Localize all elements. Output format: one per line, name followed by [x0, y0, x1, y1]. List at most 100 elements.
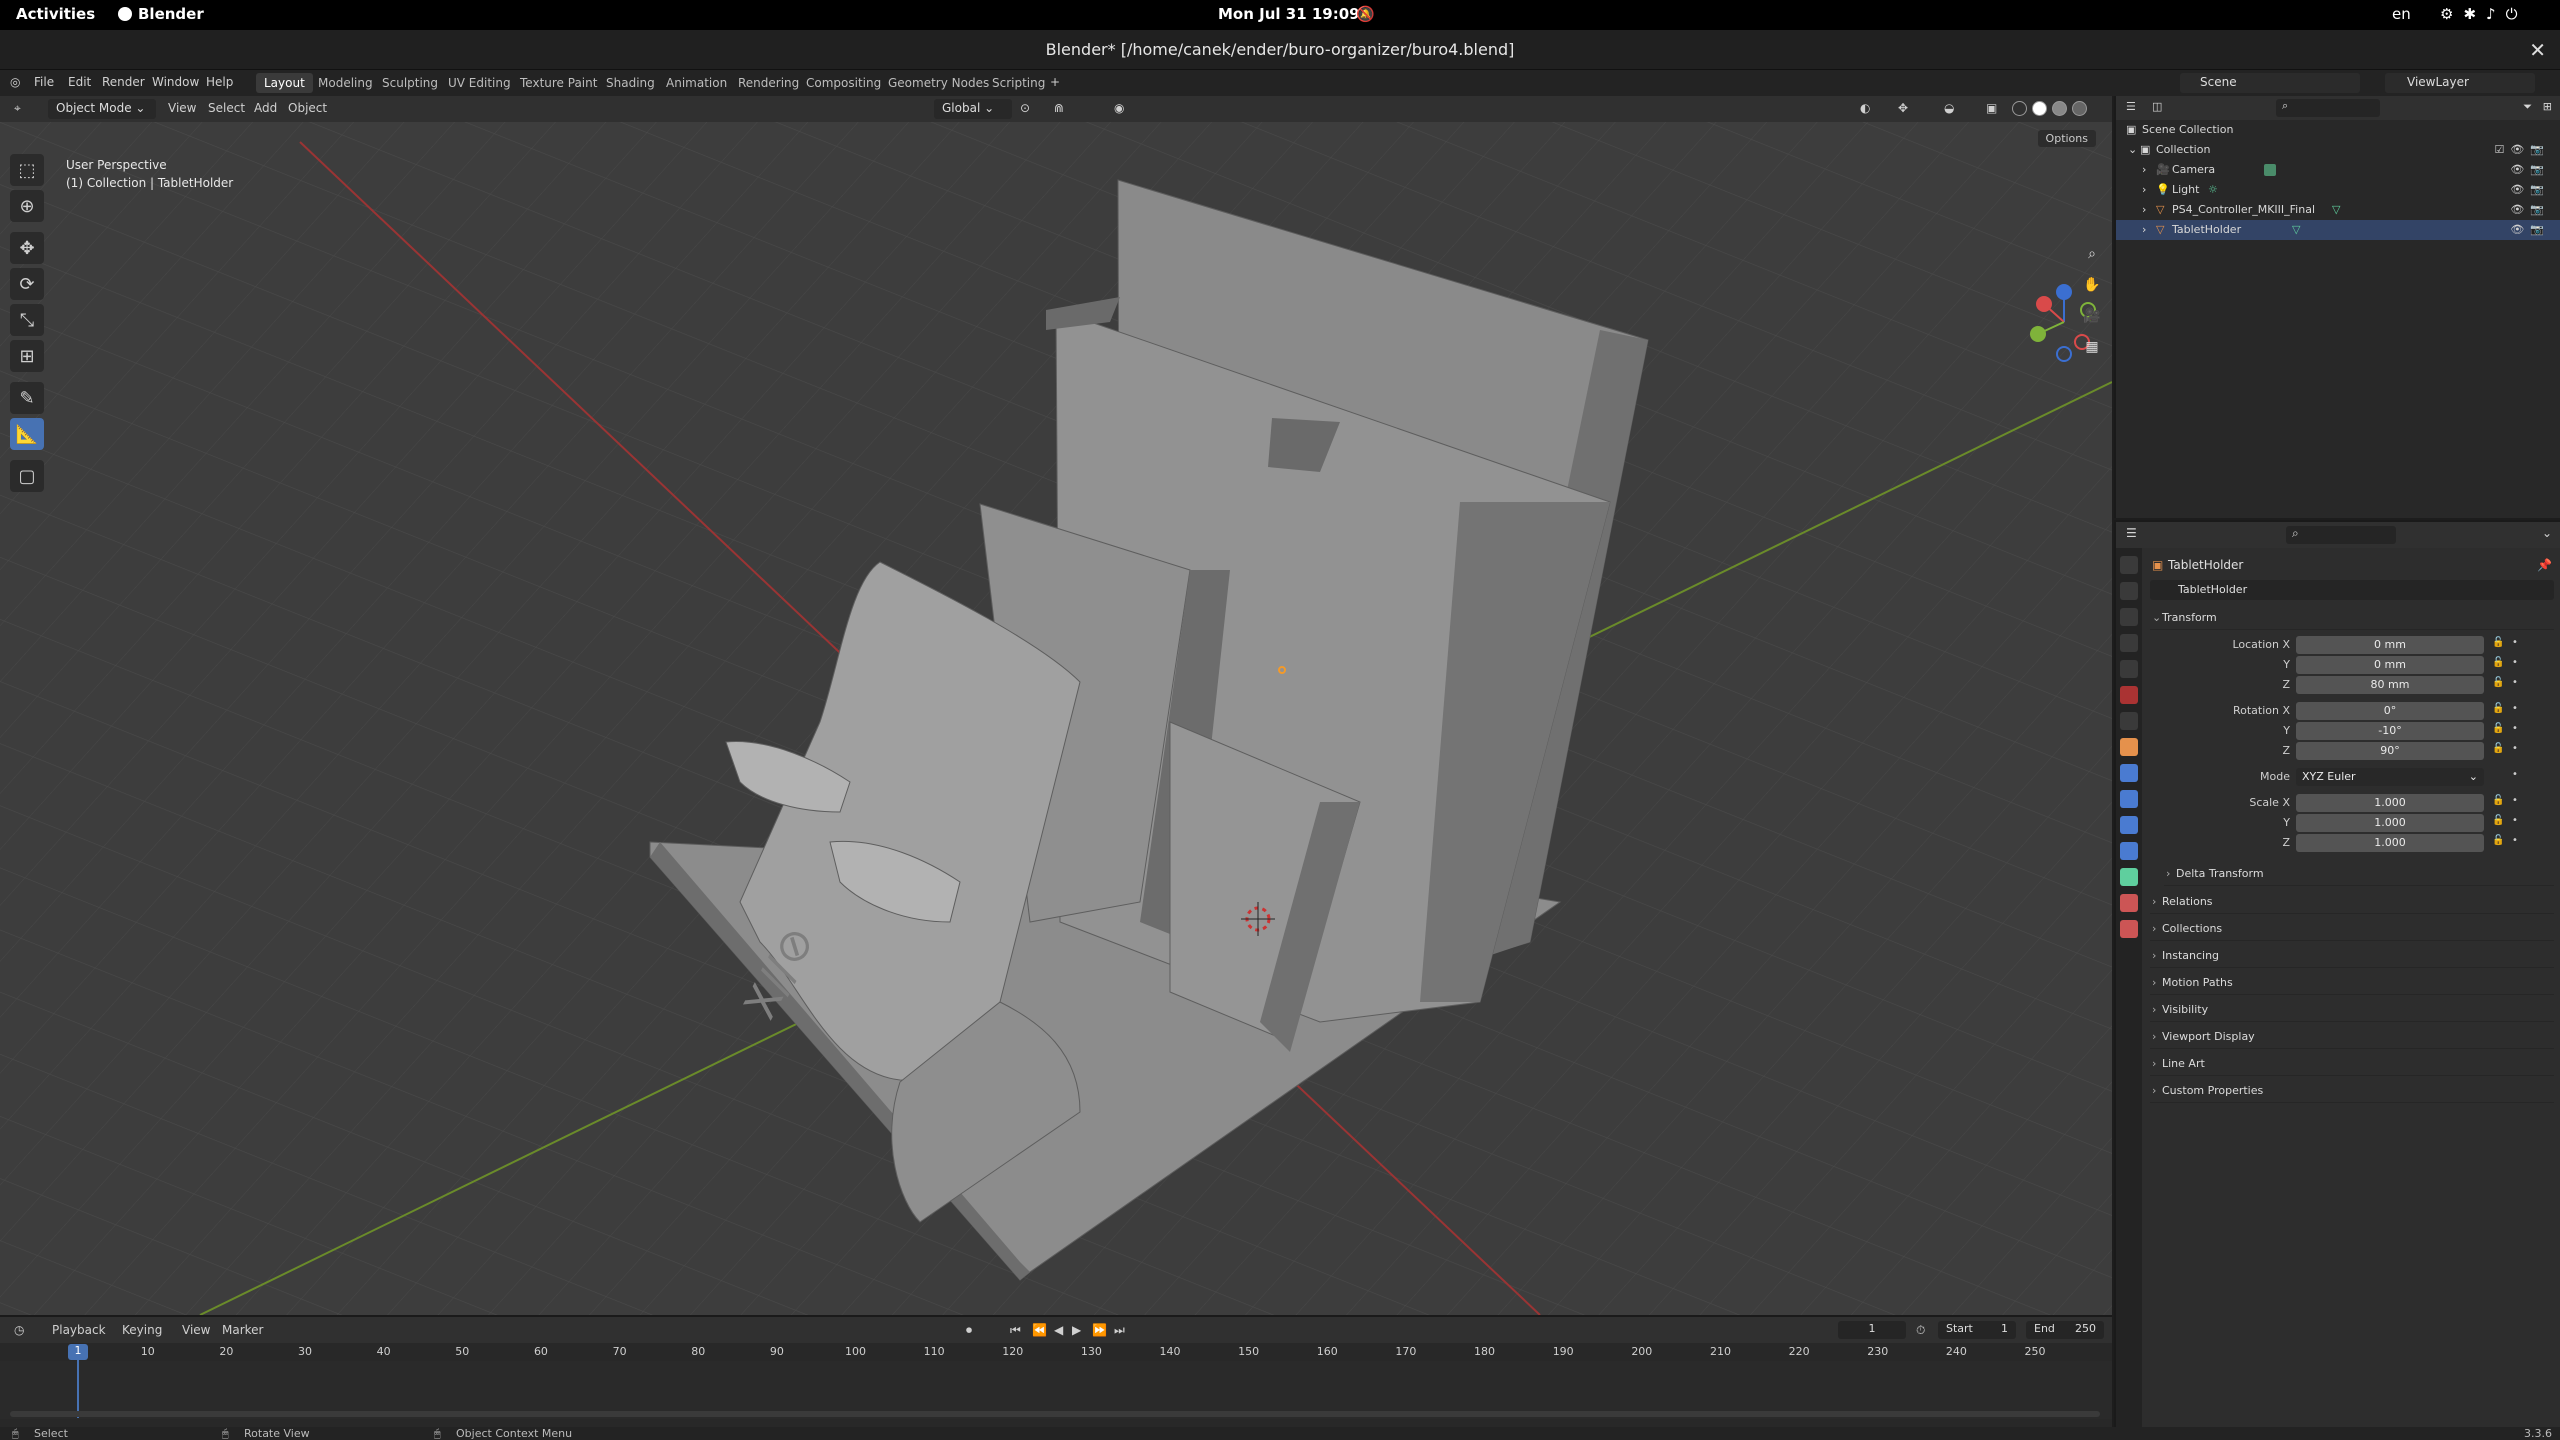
cursor-icon[interactable]: ⊕: [10, 190, 44, 222]
zoom-icon[interactable]: ⌕: [2078, 240, 2106, 268]
3d-viewport[interactable]: Ⅹ∕∕⊘ User Perspective (1) Collection | T…: [0, 122, 2112, 1315]
keyboard-layout[interactable]: en: [2392, 5, 2411, 23]
activities-button[interactable]: Activities: [16, 5, 95, 23]
outliner-row-tabletholder[interactable]: › ▽ TabletHolder ▽ 👁📷: [2116, 220, 2560, 240]
tab-rendering[interactable]: Rendering: [730, 73, 807, 93]
keyframe-dot-icon[interactable]: •: [2512, 637, 2518, 648]
menu-select[interactable]: Select: [208, 101, 245, 115]
keyframe-dot-icon[interactable]: •: [2512, 743, 2518, 754]
scale-x-field[interactable]: 1.000: [2296, 794, 2484, 812]
properties-editor-icon[interactable]: ☰: [2126, 526, 2137, 540]
light-visibility-icons[interactable]: 👁📷: [2510, 180, 2550, 200]
prev-keyframe-icon[interactable]: ⏪: [1032, 1323, 1047, 1337]
y-axis-icon[interactable]: [2030, 326, 2046, 342]
z-axis-icon[interactable]: [2056, 284, 2072, 300]
next-keyframe-icon[interactable]: ⏩: [1092, 1323, 1107, 1337]
rotation-y-field[interactable]: -10°: [2296, 722, 2484, 740]
world-tab-icon[interactable]: [2120, 686, 2138, 704]
view-layer-tab-icon[interactable]: [2120, 634, 2138, 652]
timeline-scrollbar[interactable]: [10, 1411, 2100, 1417]
location-z-field[interactable]: 80 mm: [2296, 676, 2484, 694]
orientation-dropdown[interactable]: Global ⌄: [934, 99, 1012, 119]
keyframe-dot-icon[interactable]: •: [2512, 657, 2518, 668]
current-frame-field[interactable]: 1: [1838, 1321, 1906, 1339]
proportional-edit-icon[interactable]: ◉: [1114, 101, 1124, 115]
location-x-field[interactable]: 0 mm: [2296, 636, 2484, 654]
menu-help[interactable]: Help: [206, 75, 233, 89]
keyframe-dot-icon[interactable]: •: [2512, 723, 2518, 734]
view-layer-selector[interactable]: ViewLayer: [2385, 73, 2535, 93]
solid-shading-icon[interactable]: [2032, 101, 2047, 116]
tab-sculpting[interactable]: Sculpting: [374, 73, 446, 93]
relations-panel-header[interactable]: Relations: [2150, 890, 2554, 914]
outliner-row-collection[interactable]: ⌄ ▣ Collection ☑👁📷: [2116, 140, 2560, 160]
tab-geometry-nodes[interactable]: Geometry Nodes: [880, 73, 997, 93]
menu-render[interactable]: Render: [102, 75, 145, 89]
jump-end-icon[interactable]: ⏭: [1114, 1323, 1125, 1338]
collections-panel-header[interactable]: Collections: [2150, 917, 2554, 941]
pin-icon[interactable]: 📌: [2537, 558, 2552, 572]
wireframe-shading-icon[interactable]: [2012, 101, 2027, 116]
menu-add[interactable]: Add: [254, 101, 277, 115]
tab-modeling[interactable]: Modeling: [310, 73, 381, 93]
record-icon[interactable]: ⏺: [966, 1323, 972, 1338]
rotation-mode-select[interactable]: XYZ Euler ⌄: [2296, 768, 2484, 786]
keyframe-dot-icon[interactable]: •: [2512, 795, 2518, 806]
mode-dropdown[interactable]: Object Mode ⌄: [48, 99, 156, 119]
keying-menu[interactable]: Keying: [122, 1323, 162, 1337]
transform-icon[interactable]: ⊞: [10, 340, 44, 372]
annotate-icon[interactable]: ✎: [10, 382, 44, 414]
system-tray[interactable]: ⚙✱♪⏻: [2440, 5, 2527, 23]
jump-start-icon[interactable]: ⏮: [1010, 1323, 1021, 1338]
rendered-shading-icon[interactable]: [2072, 101, 2087, 116]
move-icon[interactable]: ✥: [10, 232, 44, 264]
outliner-row-ps4-controller[interactable]: › ▽ PS4_Controller_MKIII_Final ▽ 👁📷: [2116, 200, 2560, 220]
add-workspace-icon[interactable]: +: [1050, 75, 1060, 89]
xray-toggle-icon[interactable]: ▣: [1986, 101, 1997, 115]
scene-canvas[interactable]: Ⅹ∕∕⊘: [0, 122, 2112, 1315]
expand-collection-icon[interactable]: ⌄: [2128, 140, 2137, 160]
tab-layout[interactable]: Layout: [256, 73, 313, 93]
add-cube-icon[interactable]: ▢: [10, 460, 44, 492]
collection-tab-icon[interactable]: [2120, 712, 2138, 730]
scene-tab-icon[interactable]: [2120, 660, 2138, 678]
material-tab-icon[interactable]: [2120, 894, 2138, 912]
particles-tab-icon[interactable]: [2120, 790, 2138, 808]
pivot-icon[interactable]: ⊙: [1020, 101, 1030, 115]
tab-scripting[interactable]: Scripting: [984, 73, 1053, 93]
render-tab-icon[interactable]: [2120, 582, 2138, 600]
timeline-editor-icon[interactable]: ◷: [14, 1323, 24, 1337]
rotation-x-field[interactable]: 0°: [2296, 702, 2484, 720]
menu-edit[interactable]: Edit: [68, 75, 91, 89]
lock-icon[interactable]: 🔓: [2492, 703, 2504, 714]
ps4-visibility-icons[interactable]: 👁📷: [2510, 200, 2550, 220]
properties-search[interactable]: ⌕: [2286, 526, 2396, 544]
menu-object[interactable]: Object: [288, 101, 327, 115]
start-frame-field[interactable]: Start 1: [1938, 1321, 2016, 1339]
marker-menu[interactable]: Marker: [222, 1323, 263, 1337]
tabletholder-visibility-icons[interactable]: 👁📷: [2510, 220, 2550, 240]
clock[interactable]: Mon Jul 31 19:09: [1218, 5, 1360, 23]
expand-tabletholder-icon[interactable]: ›: [2142, 220, 2146, 240]
tab-shading[interactable]: Shading: [598, 73, 663, 93]
keyframe-dot-icon[interactable]: •: [2512, 769, 2518, 780]
transform-panel-header[interactable]: Transform: [2150, 606, 2554, 630]
expand-camera-icon[interactable]: ›: [2142, 160, 2146, 180]
scale-z-field[interactable]: 1.000: [2296, 834, 2484, 852]
expand-ps4-icon[interactable]: ›: [2142, 200, 2146, 220]
frame-ruler[interactable]: 10 20 30 40 50 60 70 80 90 100 110 120 130 140 150 160 1…: [0, 1343, 2112, 1361]
outliner-search[interactable]: ⌕: [2276, 99, 2380, 117]
blender-logo-icon[interactable]: ◎: [10, 75, 20, 89]
menu-view[interactable]: View: [168, 101, 196, 115]
custom-properties-panel-header[interactable]: Custom Properties: [2150, 1079, 2554, 1103]
tab-uv-editing[interactable]: UV Editing: [440, 73, 519, 93]
viewport-display-panel-header[interactable]: Viewport Display: [2150, 1025, 2554, 1049]
lock-icon[interactable]: 🔓: [2492, 677, 2504, 688]
texture-tab-icon[interactable]: [2120, 920, 2138, 938]
scene-selector[interactable]: Scene: [2180, 73, 2360, 93]
mesh-data-tab-icon[interactable]: [2120, 868, 2138, 886]
motion-paths-panel-header[interactable]: Motion Paths: [2150, 971, 2554, 995]
line-art-panel-header[interactable]: Line Art: [2150, 1052, 2554, 1076]
keyframe-dot-icon[interactable]: •: [2512, 835, 2518, 846]
timeline-view-menu[interactable]: View: [182, 1323, 210, 1337]
